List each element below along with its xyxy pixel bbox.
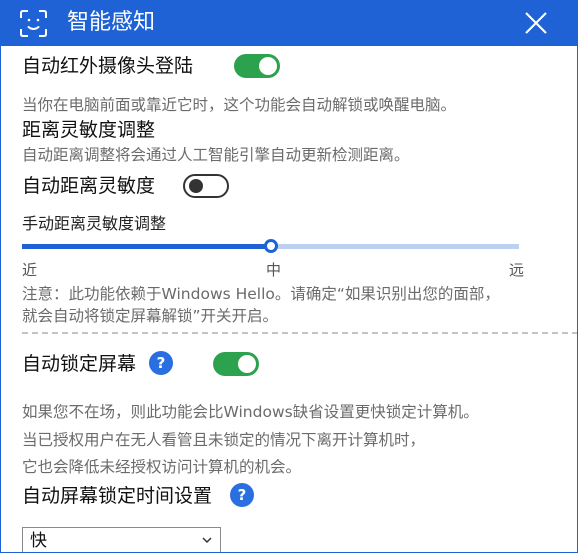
distance-sensitivity-heading: 距离灵敏度调整 xyxy=(22,119,156,141)
auto-lock-label: 自动锁定屏幕 xyxy=(22,353,137,375)
auto-distance-label: 自动距离灵敏度 xyxy=(22,175,156,197)
toggle-knob xyxy=(259,57,277,75)
manual-distance-label: 手动距离灵敏度调整 xyxy=(22,214,167,233)
auto-lock-description-line1: 如果您不在场，则此功能会比Windows缺省设置更快锁定计算机。 xyxy=(22,403,479,421)
windows-hello-note-line1: 注意：此功能依赖于Windows Hello。请确定“如果识别出您的面部， xyxy=(22,285,500,303)
slider-max-label: 远 xyxy=(509,261,525,279)
auto-lock-help-icon[interactable]: ? xyxy=(149,351,173,375)
auto-lock-description-line2: 当已授权用户在无人看管且未锁定的情况下离开计算机时， xyxy=(22,431,426,449)
lock-timeout-selected-value: 快 xyxy=(30,531,47,551)
auto-lock-description-line3: 它也会降低未经授权访问计算机的机会。 xyxy=(22,458,302,476)
section-divider xyxy=(22,332,577,334)
ir-login-label: 自动红外摄像头登陆 xyxy=(22,55,194,77)
face-recognition-icon xyxy=(20,10,47,37)
windows-hello-note-line2: 就会自动将锁定屏幕解锁”开关开启。 xyxy=(22,307,279,325)
close-button[interactable] xyxy=(511,1,559,46)
auto-lock-toggle[interactable] xyxy=(213,352,259,376)
window-title: 智能感知 xyxy=(67,10,156,35)
distance-slider-fill xyxy=(22,244,271,249)
title-bar: 智能感知 xyxy=(1,1,577,46)
chevron-down-icon xyxy=(202,537,212,544)
smart-sense-window: 智能感知 自动红外摄像头登陆 当你在电脑前面或靠近它时，这个功能会自动解锁或唤醒… xyxy=(0,0,578,553)
slider-mid-label: 中 xyxy=(266,261,282,279)
lock-timeout-label: 自动屏幕锁定时间设置 xyxy=(22,485,213,507)
ir-login-description: 当你在电脑前面或靠近它时，这个功能会自动解锁或唤醒电脑。 xyxy=(22,96,457,114)
toggle-knob xyxy=(189,179,203,193)
distance-slider-thumb[interactable] xyxy=(264,239,278,253)
toggle-knob xyxy=(238,355,256,373)
close-icon xyxy=(525,12,547,34)
lock-timeout-select[interactable]: 快 xyxy=(22,527,221,552)
slider-min-label: 近 xyxy=(22,261,38,279)
auto-distance-toggle[interactable] xyxy=(183,174,229,198)
lock-timeout-help-icon[interactable]: ? xyxy=(230,483,254,507)
ir-login-toggle[interactable] xyxy=(234,54,280,78)
distance-sensitivity-description: 自动距离调整将会通过人工智能引擎自动更新检测距离。 xyxy=(22,146,410,164)
